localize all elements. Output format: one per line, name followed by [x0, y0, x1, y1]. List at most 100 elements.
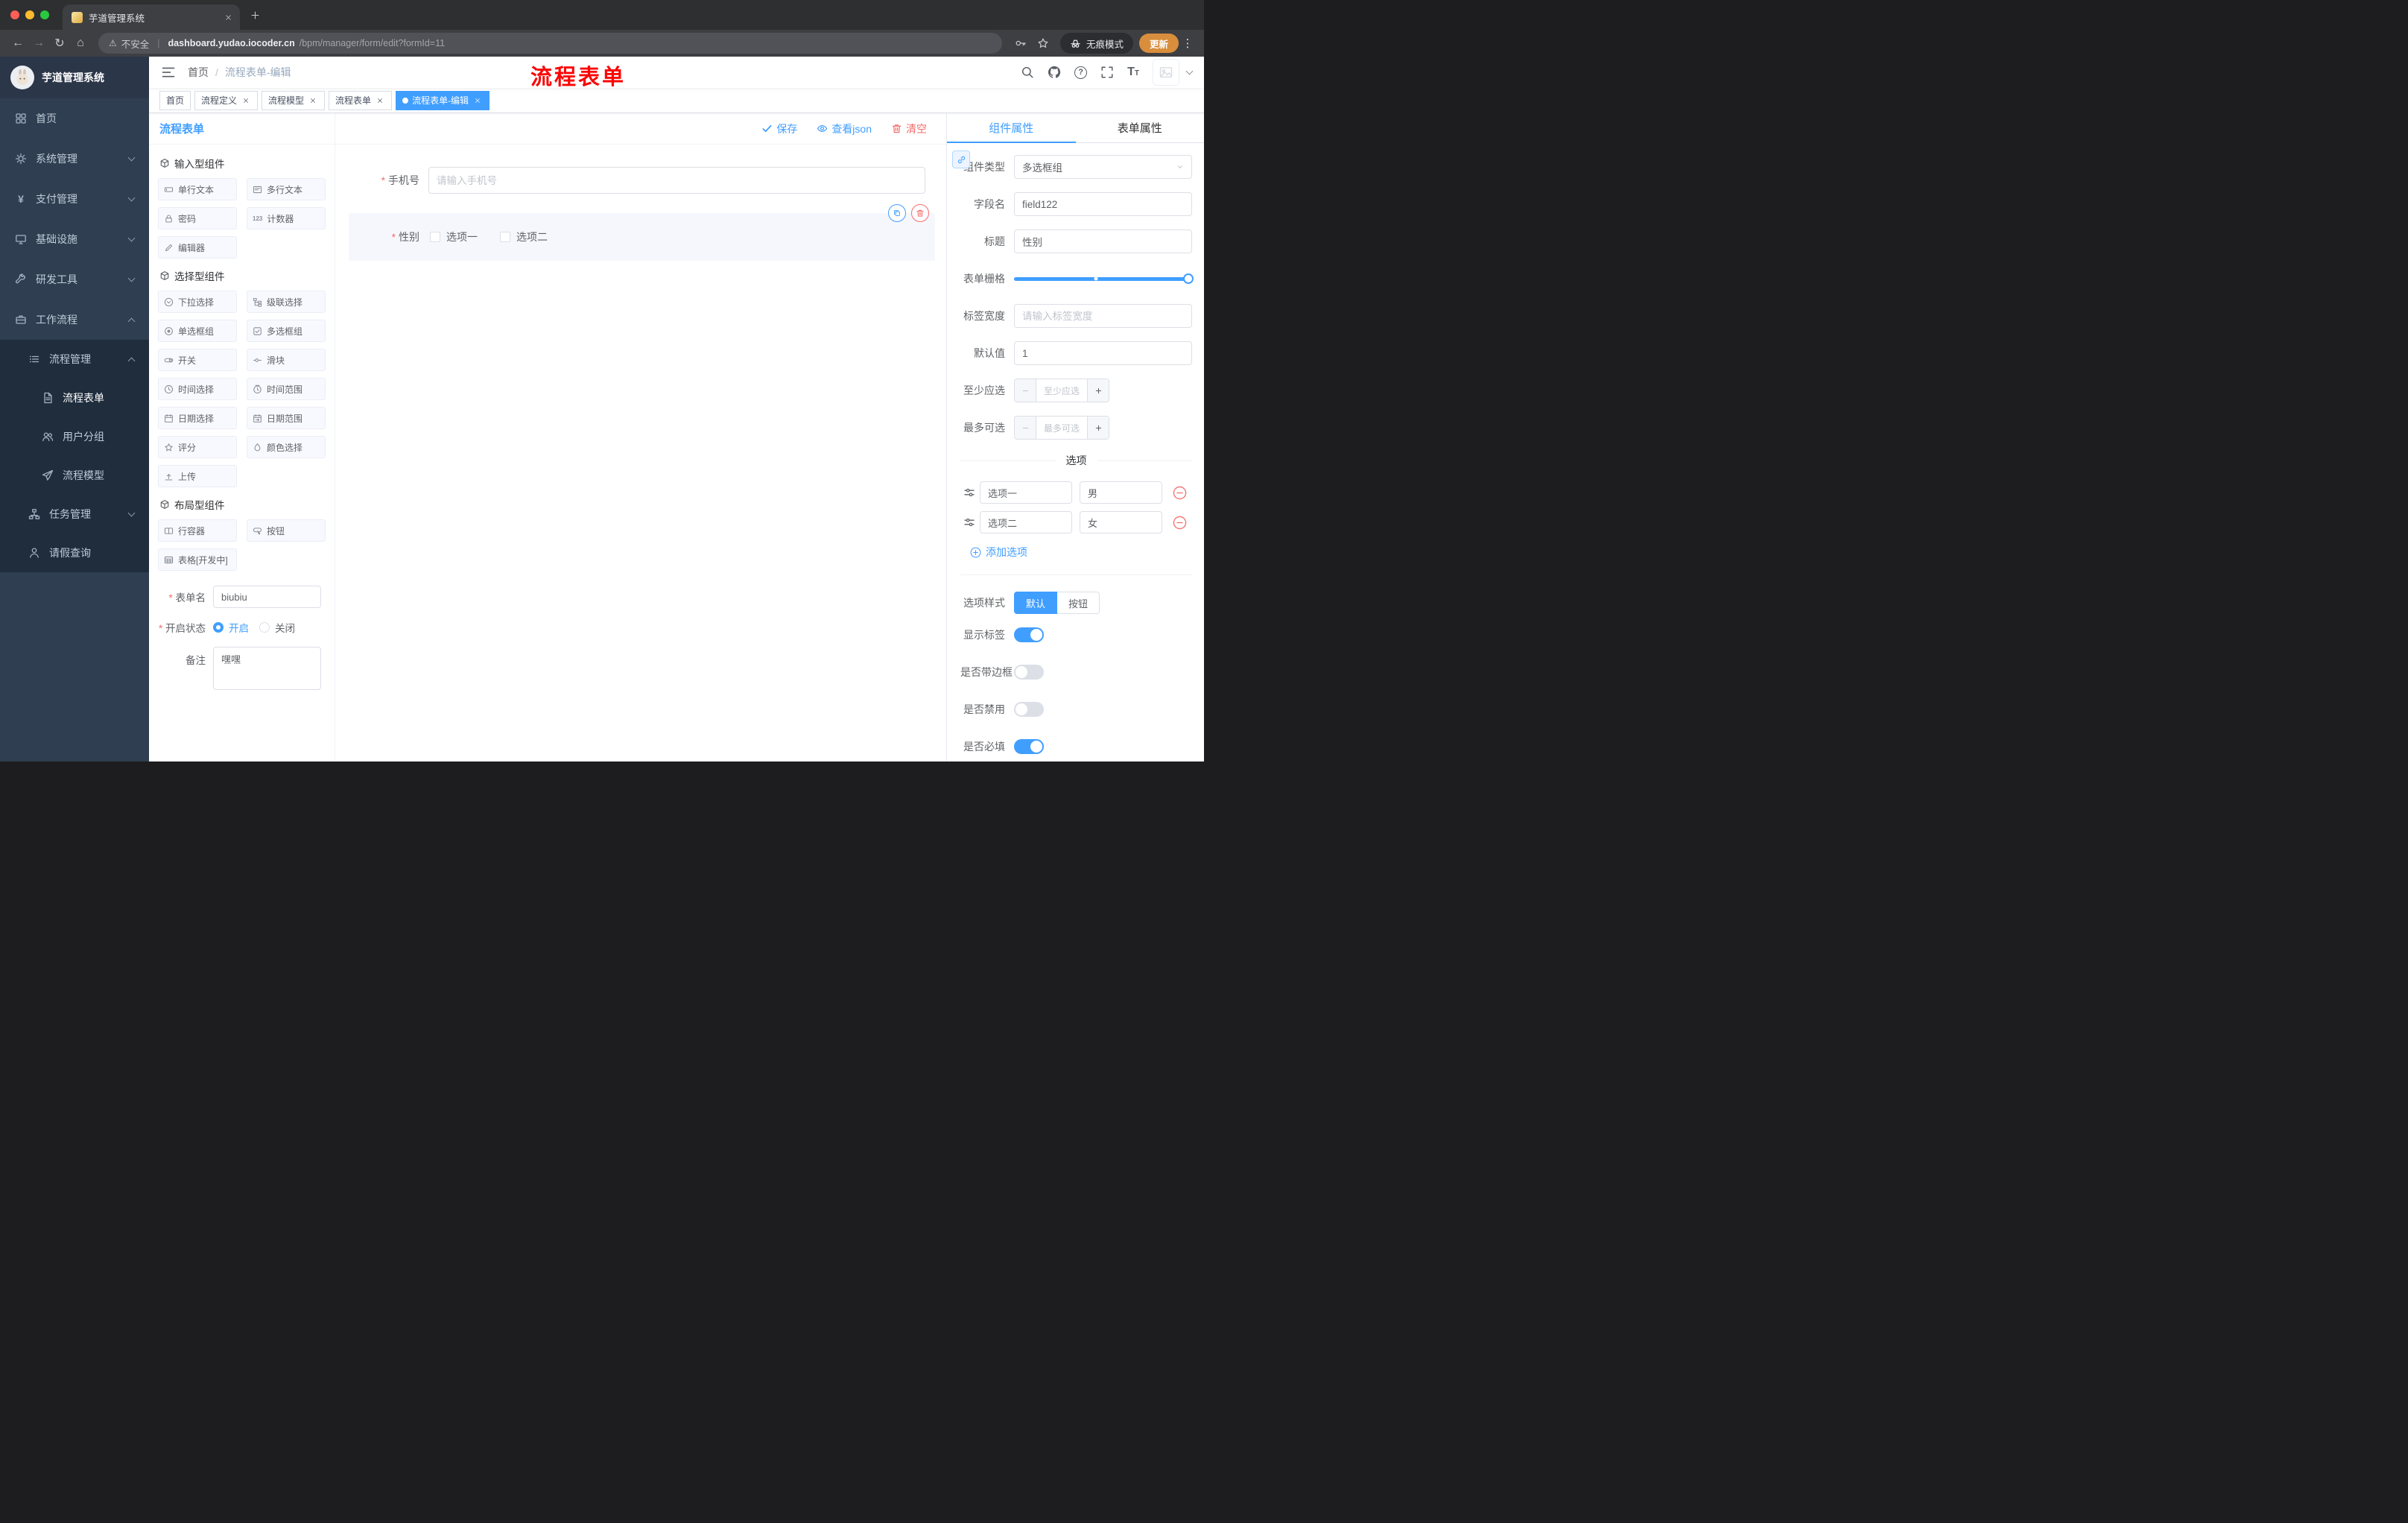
- style-button-button[interactable]: 按钮: [1057, 592, 1100, 614]
- decrease-button[interactable]: [1015, 379, 1036, 402]
- palette-item-rate[interactable]: 评分: [158, 436, 237, 458]
- status-off-radio[interactable]: [259, 622, 270, 633]
- tab-close-icon[interactable]: [222, 11, 234, 23]
- sidebar-item-workflow[interactable]: 工作流程: [0, 300, 149, 340]
- palette-item-date-picker[interactable]: 日期选择: [158, 407, 237, 429]
- label-width-input[interactable]: [1014, 304, 1192, 328]
- style-default-button[interactable]: 默认: [1014, 592, 1058, 614]
- maximize-window-button[interactable]: [40, 10, 49, 19]
- tag-process-definition[interactable]: 流程定义: [194, 90, 259, 110]
- close-icon[interactable]: [472, 95, 483, 106]
- search-icon[interactable]: [1021, 66, 1034, 79]
- option-1-name-input[interactable]: [980, 481, 1072, 504]
- checkbox[interactable]: [500, 232, 510, 242]
- palette-item-single-text[interactable]: 单行文本: [158, 178, 237, 200]
- link-icon[interactable]: [952, 151, 970, 168]
- decrease-button[interactable]: [1015, 417, 1036, 439]
- sidebar-item-infra[interactable]: 基础设施: [0, 219, 149, 259]
- show-label-toggle[interactable]: [1014, 627, 1044, 642]
- option-2-name-input[interactable]: [980, 511, 1072, 533]
- browser-home-icon[interactable]: ⌂: [70, 33, 91, 54]
- close-window-button[interactable]: [10, 10, 19, 19]
- forward-icon[interactable]: →: [28, 33, 49, 54]
- form-remark-textarea[interactable]: 嘿嘿: [213, 647, 321, 690]
- help-icon[interactable]: ?: [1074, 66, 1088, 79]
- required-toggle[interactable]: [1014, 739, 1044, 754]
- palette-item-switch[interactable]: 开关: [158, 349, 237, 371]
- slider-handle[interactable]: [1183, 273, 1194, 284]
- title-input[interactable]: [1014, 229, 1192, 253]
- sidebar-item-process-mgmt[interactable]: 流程管理: [0, 340, 149, 379]
- sidebar-item-task-mgmt[interactable]: 任务管理: [0, 495, 149, 533]
- save-button[interactable]: 保存: [761, 121, 797, 136]
- sidebar-item-leave-query[interactable]: 请假查询: [0, 533, 149, 572]
- copy-component-button[interactable]: [888, 204, 906, 222]
- browser-tab[interactable]: 芋道管理系统: [63, 4, 240, 30]
- sidebar-item-user-group[interactable]: 用户分组: [0, 417, 149, 456]
- increase-button[interactable]: [1087, 417, 1109, 439]
- slider-track[interactable]: [1014, 273, 1194, 284]
- sidebar-item-process-model[interactable]: 流程模型: [0, 456, 149, 495]
- update-button[interactable]: 更新: [1138, 34, 1179, 53]
- grid-slider[interactable]: [1014, 267, 1194, 291]
- palette-item-button[interactable]: 按钮: [247, 519, 326, 542]
- reload-icon[interactable]: ↻: [49, 33, 70, 54]
- status-on-radio[interactable]: [213, 622, 224, 633]
- palette-item-upload[interactable]: 上传: [158, 465, 237, 487]
- palette-item-cascader[interactable]: 级联选择: [247, 291, 326, 313]
- tab-form-props[interactable]: 表单属性: [1076, 113, 1205, 142]
- palette-item-editor[interactable]: 编辑器: [158, 236, 237, 259]
- back-icon[interactable]: ←: [7, 33, 28, 54]
- palette-item-counter[interactable]: 123 计数器: [247, 207, 326, 229]
- gender-field-block-selected[interactable]: 性别 选项一 选项二: [349, 204, 935, 261]
- field-name-input[interactable]: [1014, 192, 1192, 216]
- phone-input[interactable]: [428, 167, 925, 194]
- palette-item-color-picker[interactable]: 颜色选择: [247, 436, 326, 458]
- close-icon[interactable]: [308, 95, 318, 106]
- tab-component-props[interactable]: 组件属性: [947, 113, 1076, 143]
- disabled-toggle[interactable]: [1014, 702, 1044, 717]
- close-icon[interactable]: [375, 95, 385, 106]
- minimize-window-button[interactable]: [25, 10, 34, 19]
- palette-item-checkbox-group[interactable]: 多选框组: [247, 320, 326, 342]
- sidebar-item-payment[interactable]: ¥ 支付管理: [0, 179, 149, 219]
- palette-item-date-range[interactable]: 日期范围: [247, 407, 326, 429]
- password-key-icon[interactable]: [1010, 33, 1032, 54]
- sidebar-item-system[interactable]: 系统管理: [0, 139, 149, 179]
- phone-field-row[interactable]: 手机号: [358, 167, 925, 194]
- sidebar-item-process-form[interactable]: 流程表单: [0, 379, 149, 417]
- gender-option-2[interactable]: 选项二: [500, 229, 548, 244]
- remove-option-button[interactable]: [1173, 486, 1187, 500]
- palette-item-radio-group[interactable]: 单选框组: [158, 320, 237, 342]
- border-toggle[interactable]: [1014, 665, 1044, 680]
- drag-handle-icon[interactable]: [963, 516, 975, 528]
- sidebar-item-home[interactable]: 首页: [0, 98, 149, 139]
- palette-item-slider[interactable]: 滑块: [247, 349, 326, 371]
- component-type-select[interactable]: 多选框组: [1014, 155, 1192, 179]
- increase-button[interactable]: [1087, 379, 1109, 402]
- address-bar[interactable]: ⚠ 不安全 | dashboard.yudao.iocoder.cn/bpm/m…: [98, 33, 1002, 54]
- clear-button[interactable]: 清空: [891, 121, 927, 136]
- default-value-input[interactable]: [1014, 341, 1192, 365]
- palette-item-time-picker[interactable]: 时间选择: [158, 378, 237, 400]
- form-name-input[interactable]: [213, 586, 321, 608]
- palette-item-time-range[interactable]: 时间范围: [247, 378, 326, 400]
- option-1-value-input[interactable]: [1080, 481, 1162, 504]
- breadcrumb-home[interactable]: 首页: [188, 65, 209, 80]
- max-select-value[interactable]: 最多可选: [1036, 417, 1087, 439]
- palette-item-select[interactable]: 下拉选择: [158, 291, 237, 313]
- checkbox[interactable]: [430, 232, 440, 242]
- tag-process-form-edit[interactable]: 流程表单-编辑: [396, 90, 490, 110]
- add-option-button[interactable]: 添加选项: [970, 545, 1192, 560]
- fullscreen-icon[interactable]: [1100, 66, 1114, 79]
- tag-home[interactable]: 首页: [159, 90, 191, 110]
- font-size-icon[interactable]: TT: [1127, 66, 1139, 78]
- close-icon[interactable]: [241, 95, 251, 106]
- palette-item-table[interactable]: 表格[开发中]: [158, 548, 237, 571]
- browser-menu-icon[interactable]: ⋮: [1179, 37, 1197, 50]
- palette-item-multi-text[interactable]: 多行文本: [247, 178, 326, 200]
- github-icon[interactable]: [1048, 66, 1061, 79]
- min-select-value[interactable]: 至少应选: [1036, 379, 1087, 402]
- drag-handle-icon[interactable]: [963, 487, 975, 498]
- view-json-button[interactable]: 查看json: [817, 121, 872, 136]
